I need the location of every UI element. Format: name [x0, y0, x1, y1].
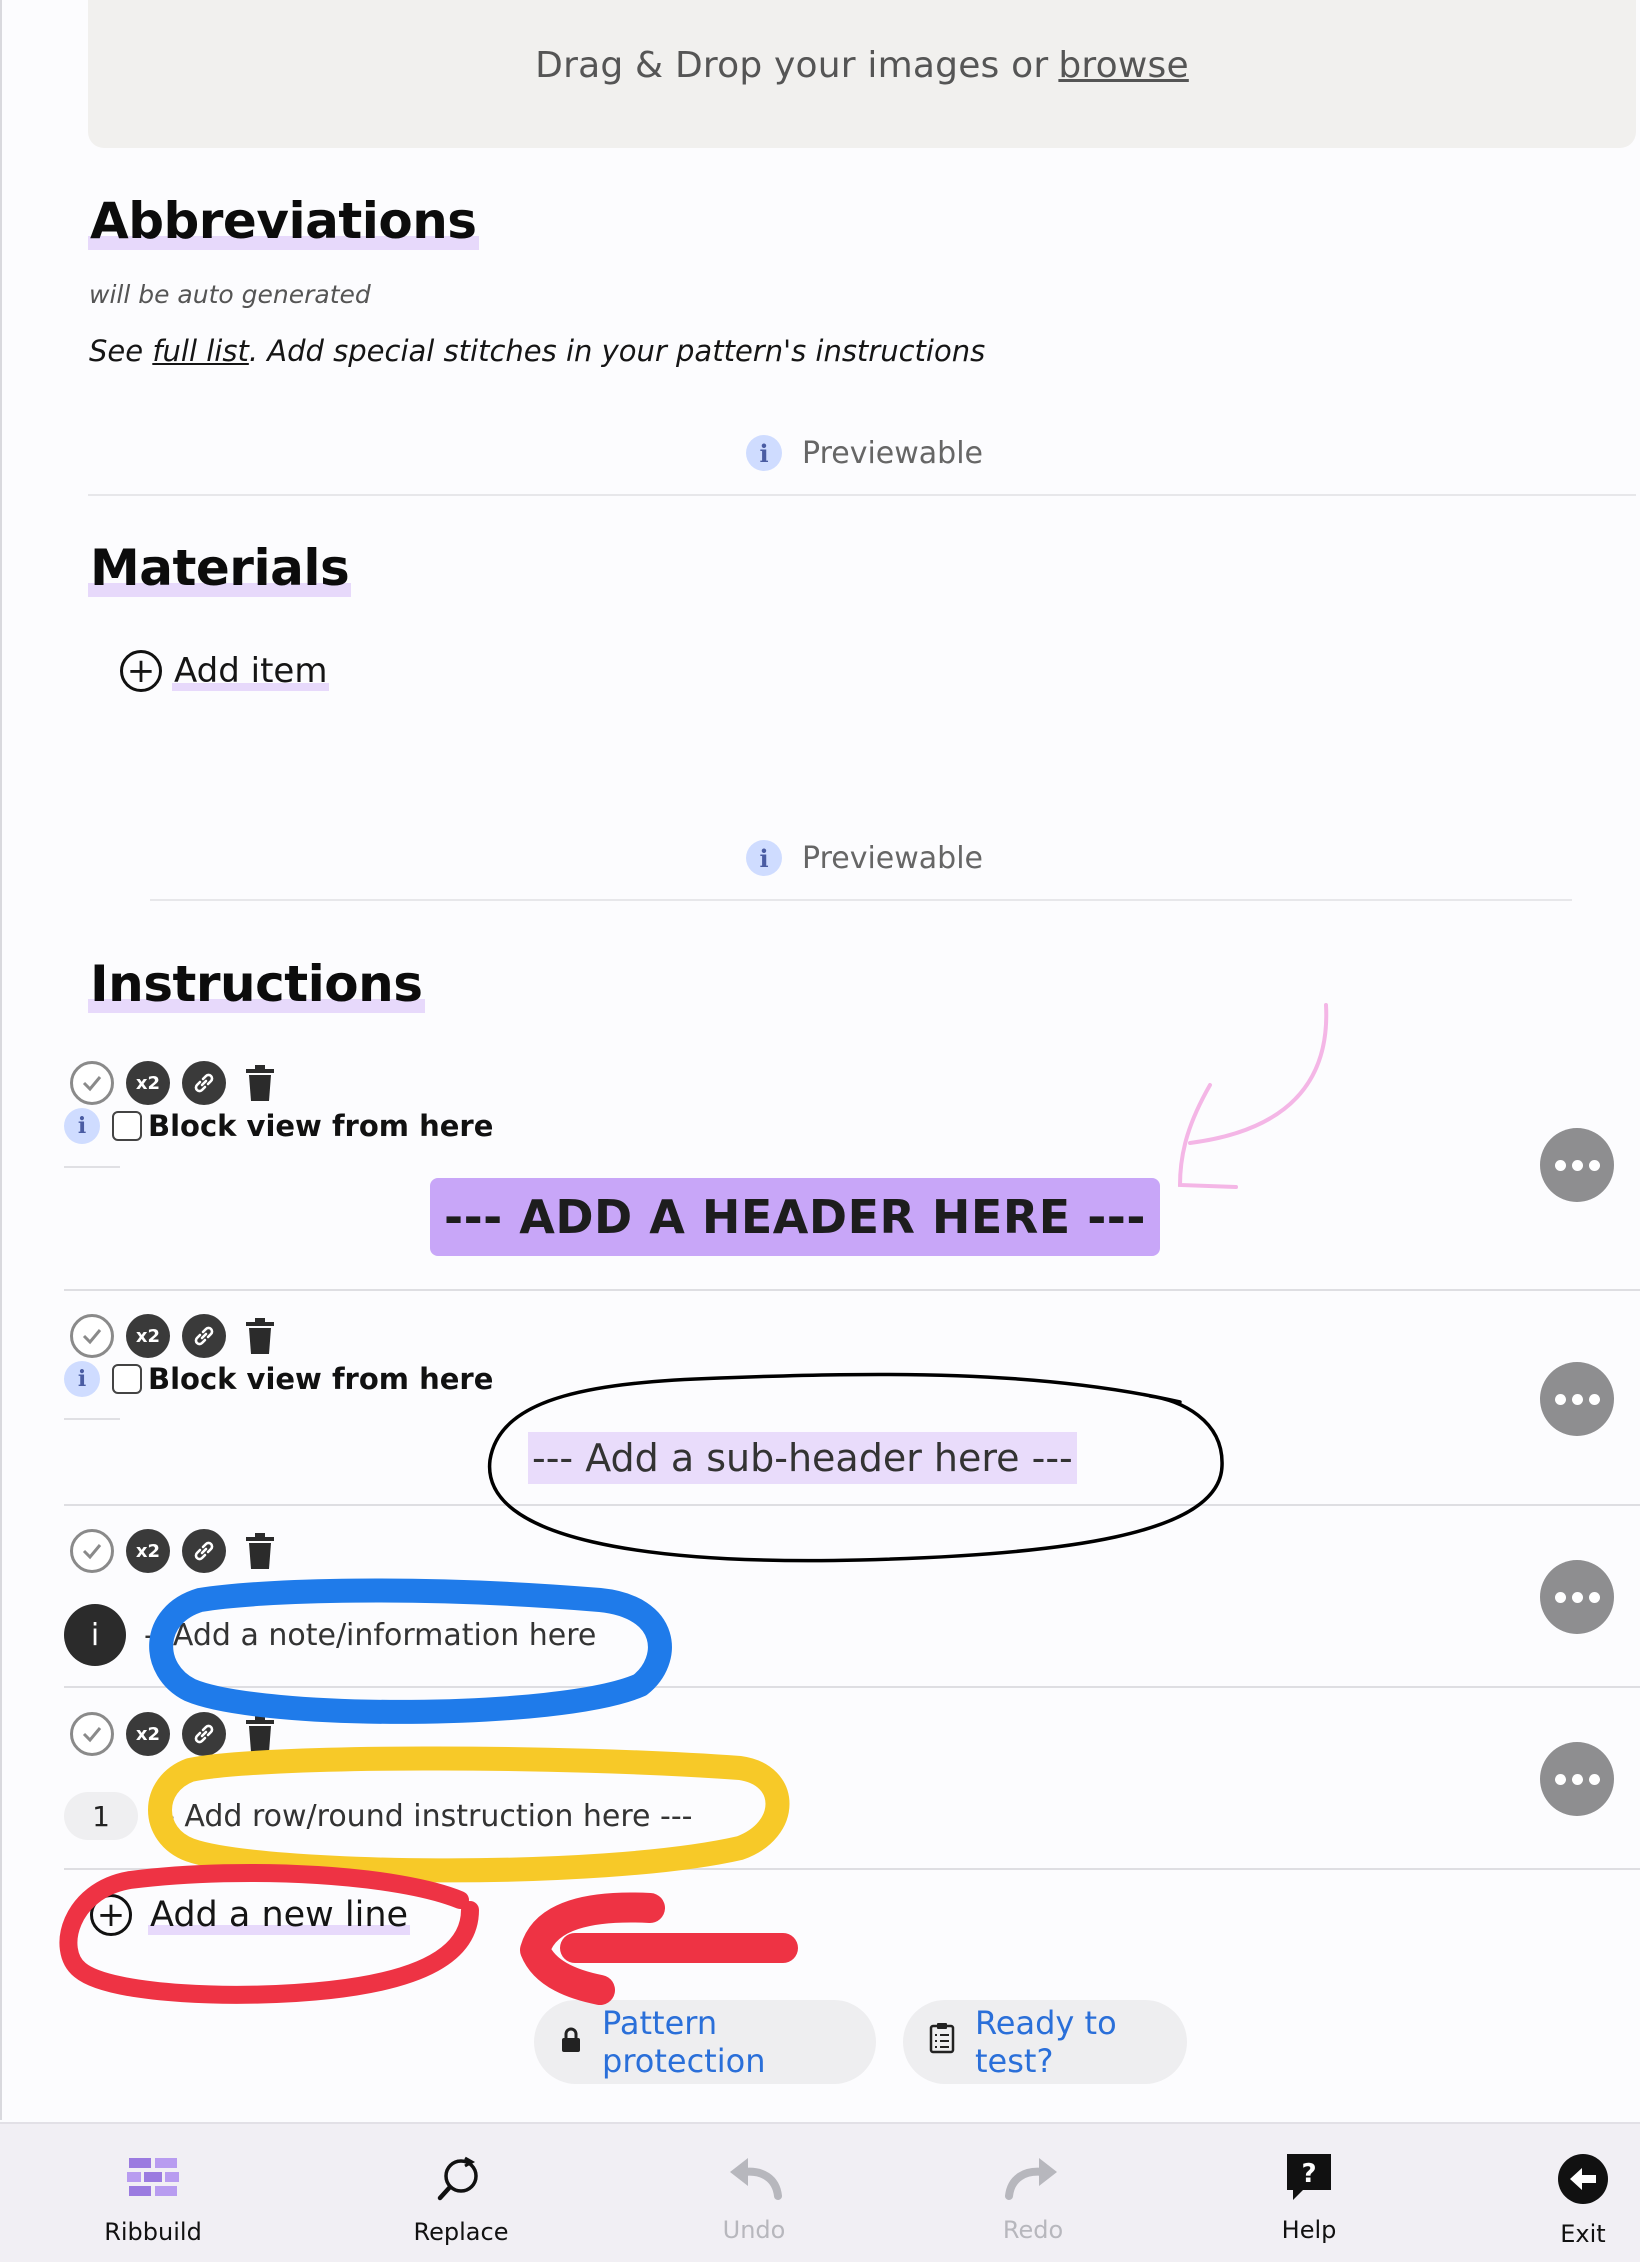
redo-icon	[1005, 2152, 1061, 2208]
abbreviations-title: Abbreviations	[88, 192, 479, 250]
info-icon: i	[64, 1361, 100, 1397]
check-icon[interactable]	[70, 1712, 114, 1756]
info-icon: i	[746, 840, 782, 876]
repeat-x2-icon[interactable]: x2	[126, 1061, 170, 1105]
row-tools: x2	[70, 1529, 282, 1573]
toolbar-redo[interactable]: Redo	[953, 2152, 1113, 2244]
divider	[150, 899, 1572, 901]
info-icon: i	[64, 1604, 126, 1666]
link-icon[interactable]	[182, 1061, 226, 1105]
bricks-icon	[125, 2152, 181, 2210]
materials-previewable[interactable]: i Previewable	[746, 840, 983, 876]
exit-icon	[1556, 2152, 1610, 2212]
row-tools: x2	[70, 1061, 282, 1105]
clipboard-checklist-icon	[929, 2022, 955, 2062]
divider	[64, 1418, 120, 1420]
block-view-checkbox[interactable]	[112, 1364, 142, 1394]
row-number-badge[interactable]: 1	[64, 1792, 138, 1840]
red-arrow-annotation	[520, 1892, 798, 2005]
divider	[88, 494, 1636, 496]
toolbar-help[interactable]: ? Help	[1229, 2152, 1389, 2244]
pink-arrow-annotation	[1177, 1003, 1329, 1189]
add-new-line-button[interactable]: + Add a new line	[90, 1894, 411, 1936]
header-placeholder[interactable]: --- ADD A HEADER HERE ---	[430, 1178, 1160, 1256]
pattern-protection-button[interactable]: Pattern protection	[534, 2000, 876, 2084]
toolbar-exit[interactable]: Exit	[1503, 2152, 1640, 2248]
abbreviations-previewable[interactable]: i Previewable	[746, 435, 983, 471]
svg-text:?: ?	[1301, 2159, 1316, 2189]
ready-to-test-button[interactable]: Ready to test?	[903, 2000, 1187, 2084]
block-view-toggle[interactable]: i Block view from here	[64, 1361, 493, 1397]
plus-circle-icon: +	[120, 650, 162, 692]
row-instruction-placeholder[interactable]: - Add row/round instruction here ---	[164, 1799, 693, 1834]
more-options-button[interactable]	[1540, 1362, 1614, 1436]
row-divider	[64, 1686, 1640, 1688]
check-icon[interactable]	[70, 1314, 114, 1358]
toolbar-ribbuild[interactable]: Ribbuild	[73, 2152, 233, 2246]
row-divider	[64, 1504, 1640, 1506]
abbreviations-see-list: See full list. Add special stitches in y…	[89, 334, 986, 368]
bottom-toolbar: Ribbuild Replace Undo Redo ? Help Exit	[0, 2122, 1640, 2262]
image-dropzone[interactable]: Drag & Drop your images or browse	[88, 0, 1636, 148]
trash-icon[interactable]	[238, 1061, 282, 1105]
row-tools: x2	[70, 1314, 282, 1358]
more-options-button[interactable]	[1540, 1128, 1614, 1202]
replace-icon	[434, 2152, 488, 2210]
materials-title: Materials	[88, 539, 352, 597]
row-tools: x2	[70, 1712, 282, 1756]
row-divider	[64, 1289, 1640, 1291]
repeat-x2-icon[interactable]: x2	[126, 1529, 170, 1573]
repeat-x2-icon[interactable]: x2	[126, 1712, 170, 1756]
trash-icon[interactable]	[238, 1314, 282, 1358]
page-left-border	[0, 0, 2, 2120]
more-options-button[interactable]	[1540, 1742, 1614, 1816]
instructions-title: Instructions	[88, 955, 425, 1013]
more-options-button[interactable]	[1540, 1560, 1614, 1634]
note-line[interactable]: i - Add a note/information here	[64, 1604, 596, 1666]
info-icon: i	[64, 1108, 100, 1144]
divider	[64, 1166, 120, 1168]
help-icon: ?	[1285, 2152, 1333, 2208]
row-divider	[64, 1868, 1640, 1870]
block-view-toggle[interactable]: i Block view from here	[64, 1108, 493, 1144]
subheader-placeholder[interactable]: --- Add a sub-header here ---	[528, 1432, 1077, 1484]
link-icon[interactable]	[182, 1712, 226, 1756]
trash-icon[interactable]	[238, 1712, 282, 1756]
link-icon[interactable]	[182, 1314, 226, 1358]
info-icon: i	[746, 435, 782, 471]
lock-icon	[560, 2023, 582, 2061]
full-list-link[interactable]: full list	[152, 334, 249, 368]
browse-link[interactable]: browse	[1058, 45, 1188, 86]
repeat-x2-icon[interactable]: x2	[126, 1314, 170, 1358]
plus-circle-icon: +	[90, 1894, 132, 1936]
instruction-line[interactable]: 1 - Add row/round instruction here ---	[64, 1792, 693, 1840]
link-icon[interactable]	[182, 1529, 226, 1573]
toolbar-undo[interactable]: Undo	[674, 2152, 834, 2244]
undo-icon	[726, 2152, 782, 2208]
add-item-button[interactable]: + Add item	[120, 650, 330, 692]
abbreviations-note: will be auto generated	[89, 280, 371, 309]
check-icon[interactable]	[70, 1529, 114, 1573]
check-icon[interactable]	[70, 1061, 114, 1105]
dropzone-text: Drag & Drop your images or	[535, 45, 1049, 86]
trash-icon[interactable]	[238, 1529, 282, 1573]
block-view-checkbox[interactable]	[112, 1111, 142, 1141]
toolbar-replace[interactable]: Replace	[381, 2152, 541, 2246]
note-placeholder[interactable]: Add a note/information here	[173, 1618, 597, 1653]
